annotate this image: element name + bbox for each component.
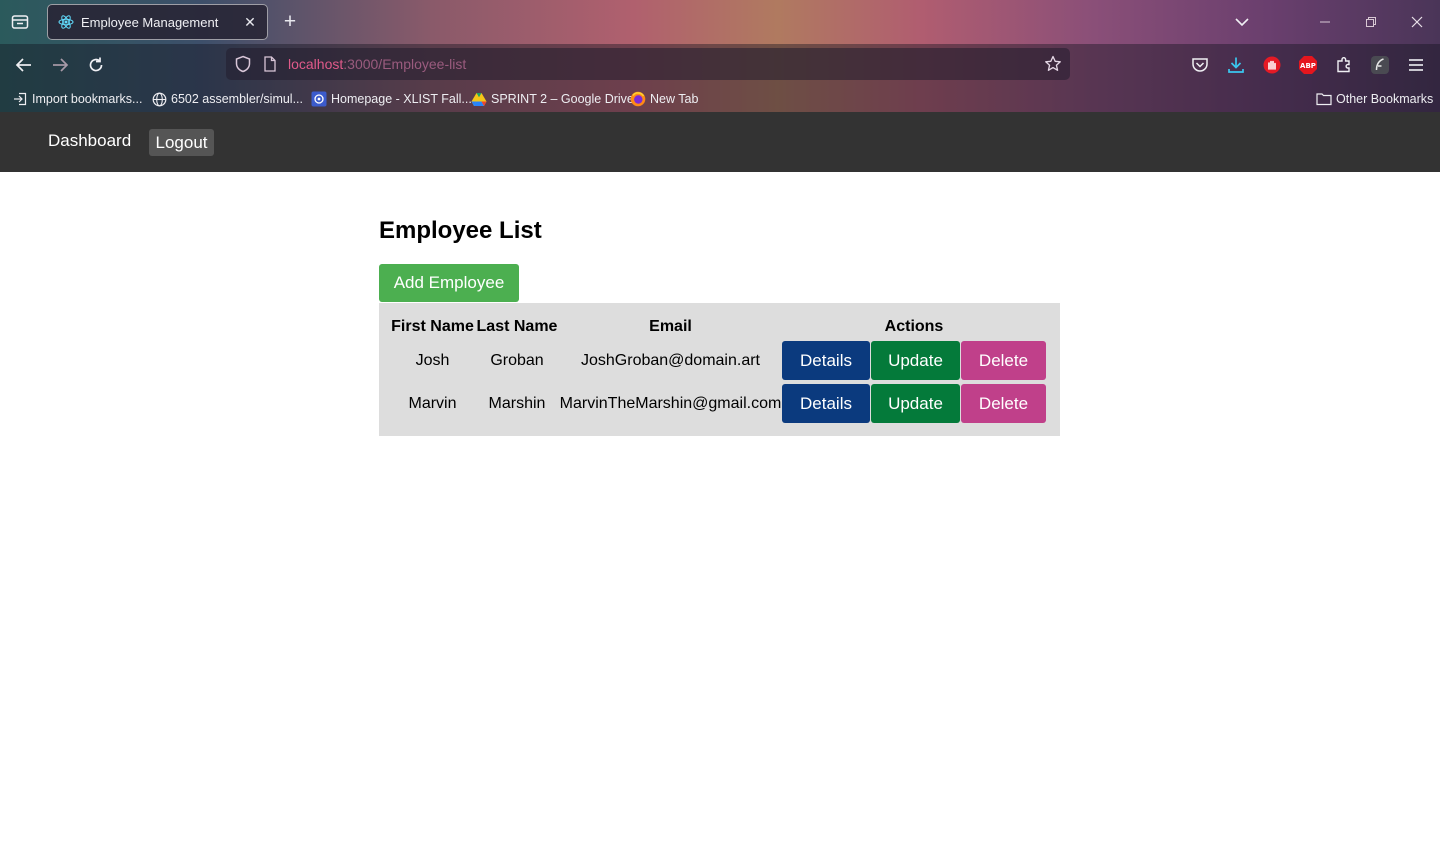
cell-email: MarvinTheMarshin@gmail.com	[559, 394, 782, 412]
bookmark-star-icon[interactable]	[1044, 55, 1062, 73]
pocket-icon[interactable]	[1189, 54, 1211, 76]
reload-icon[interactable]	[85, 54, 107, 76]
update-button[interactable]: Update	[871, 384, 960, 423]
page-title: Employee List	[379, 217, 542, 244]
folder-icon	[1316, 91, 1332, 107]
main-content: Employee List Add Employee First Name La…	[379, 212, 1060, 436]
shield-icon[interactable]	[234, 55, 252, 73]
bookmarks-toolbar: Import bookmarks... 6502 assembler/simul…	[0, 86, 1440, 112]
header-last-name: Last Name	[476, 318, 558, 335]
app-navbar: Dashboard Logout	[0, 112, 1440, 172]
update-button[interactable]: Update	[871, 341, 960, 380]
xlist-icon	[311, 91, 327, 107]
header-first-name: First Name	[391, 318, 474, 335]
cell-email: JoshGroban@domain.art	[581, 351, 760, 369]
row-actions: Details Update Delete	[782, 384, 1046, 423]
details-button[interactable]: Details	[782, 384, 870, 423]
feather-extension-icon[interactable]	[1369, 54, 1391, 76]
restore-icon[interactable]	[1361, 12, 1381, 32]
bookmark-6502[interactable]: 6502 assembler/simul...	[151, 90, 303, 108]
extensions-icon[interactable]	[1333, 54, 1355, 76]
url-path: :3000/Employee-list	[343, 56, 467, 72]
cell-last-name: Groban	[490, 351, 544, 369]
import-icon	[12, 91, 28, 107]
bookmark-label: 6502 assembler/simul...	[171, 92, 304, 106]
cell-last-name: Marshin	[488, 394, 546, 412]
table-header-row: First Name Last Name Email Actions	[390, 315, 1046, 339]
google-drive-icon	[471, 91, 487, 107]
bookmark-new-tab[interactable]: New Tab	[630, 90, 698, 108]
new-tab-icon[interactable]: +	[280, 11, 300, 33]
bookmark-label: Import bookmarks...	[32, 92, 143, 106]
logout-button[interactable]: Logout	[149, 129, 214, 156]
cell-actions: Details Update Delete	[782, 382, 1046, 425]
url-bar[interactable]: localhost:3000/Employee-list	[226, 48, 1070, 80]
bookmark-sprint2[interactable]: SPRINT 2 – Google Drive	[471, 90, 634, 108]
nav-toolbar: localhost:3000/Employee-list ABP	[0, 44, 1440, 86]
close-tab-icon[interactable]: ✕	[241, 14, 259, 31]
bookmark-xlist[interactable]: Homepage - XLIST Fall...	[311, 90, 472, 108]
firefox-icon	[630, 91, 646, 107]
bookmark-label: SPRINT 2 – Google Drive	[491, 92, 634, 106]
page-icon[interactable]	[263, 56, 277, 72]
minimize-icon[interactable]	[1315, 12, 1335, 32]
dashboard-link[interactable]: Dashboard	[48, 131, 131, 151]
menu-icon[interactable]	[1405, 54, 1427, 76]
react-icon	[58, 14, 74, 30]
tab-bar: Employee Management ✕ +	[0, 0, 1440, 44]
row-actions: Details Update Delete	[782, 341, 1046, 380]
back-arrow-icon[interactable]	[13, 54, 35, 76]
bookmark-label: Homepage - XLIST Fall...	[331, 92, 472, 106]
url-host: localhost	[288, 56, 344, 72]
firefox-view-icon[interactable]	[8, 10, 32, 34]
svg-text:ABP: ABP	[1300, 62, 1316, 70]
tab-title: Employee Management	[81, 14, 219, 30]
other-bookmarks-label: Other Bookmarks	[1336, 92, 1434, 106]
delete-button[interactable]: Delete	[961, 384, 1046, 423]
download-icon[interactable]	[1225, 54, 1247, 76]
bookmark-import[interactable]: Import bookmarks...	[12, 90, 142, 108]
employee-table: First Name Last Name Email Actions Josh …	[390, 315, 1046, 425]
cell-first-name: Josh	[415, 351, 450, 369]
close-window-icon[interactable]	[1407, 12, 1427, 32]
delete-button[interactable]: Delete	[961, 341, 1046, 380]
other-bookmarks[interactable]: Other Bookmarks	[1316, 90, 1433, 108]
ublock-icon[interactable]	[1261, 54, 1283, 76]
table-row: Marvin Marshin MarvinTheMarshin@gmail.co…	[390, 382, 1046, 425]
bookmark-label: New Tab	[650, 92, 699, 106]
cell-first-name: Marvin	[408, 394, 457, 412]
adblock-plus-icon[interactable]: ABP	[1297, 54, 1319, 76]
header-email: Email	[649, 318, 692, 335]
url-text[interactable]: localhost:3000/Employee-list	[288, 56, 466, 72]
browser-chrome: Employee Management ✕ + localhost:3000/E…	[0, 0, 1440, 112]
cell-actions: Details Update Delete	[782, 339, 1046, 382]
employee-table-container: First Name Last Name Email Actions Josh …	[379, 303, 1060, 436]
chevron-down-icon[interactable]	[1232, 12, 1252, 32]
forward-arrow-icon[interactable]	[49, 54, 71, 76]
details-button[interactable]: Details	[782, 341, 870, 380]
active-tab[interactable]: Employee Management ✕	[47, 4, 268, 40]
table-row: Josh Groban JoshGroban@domain.art Detail…	[390, 339, 1046, 382]
globe-icon	[151, 91, 167, 107]
header-actions: Actions	[884, 318, 944, 335]
add-employee-button[interactable]: Add Employee	[379, 264, 519, 302]
